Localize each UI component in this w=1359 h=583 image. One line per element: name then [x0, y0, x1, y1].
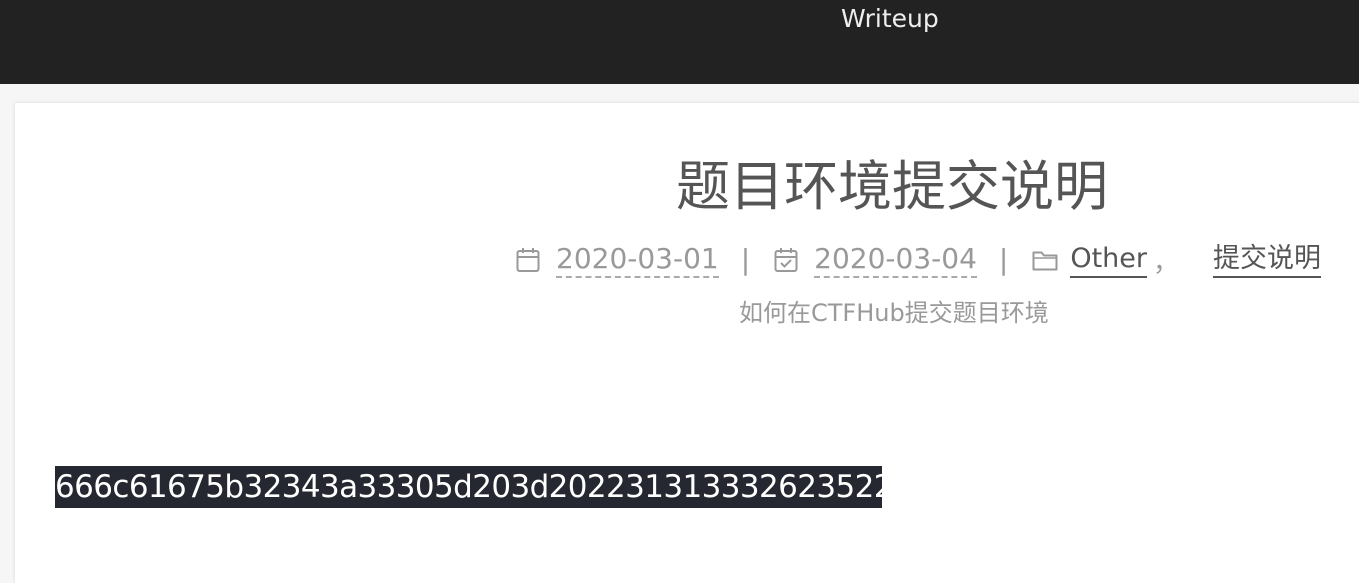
post-description: 如何在CTFHub提交题目环境: [739, 299, 1049, 327]
calendar-check-icon: [774, 245, 800, 275]
post-title: 题目环境提交说明: [676, 155, 1108, 218]
meta-separator: |: [998, 243, 1009, 276]
updated-date: 2020-03-04: [814, 242, 977, 278]
category-link-other[interactable]: Other: [1070, 242, 1148, 278]
created-date: 2020-03-01: [556, 242, 719, 278]
meta-separator: |: [740, 243, 751, 276]
category-link-submission-guide[interactable]: 提交说明: [1213, 242, 1322, 278]
nav-link-writeup[interactable]: Writeup: [841, 3, 939, 35]
top-navigation-bar: Writeup: [0, 0, 1359, 84]
post-meta: 2020-03-01 | 2020-03-04 | Other ， 提交说明: [516, 240, 1322, 280]
calendar-icon: [516, 245, 542, 275]
highlighted-hex-text: 666c61675b32343a33305d203d20223131333262…: [55, 466, 882, 508]
category-separator: ，: [1153, 247, 1180, 278]
folder-icon: [1032, 245, 1058, 275]
